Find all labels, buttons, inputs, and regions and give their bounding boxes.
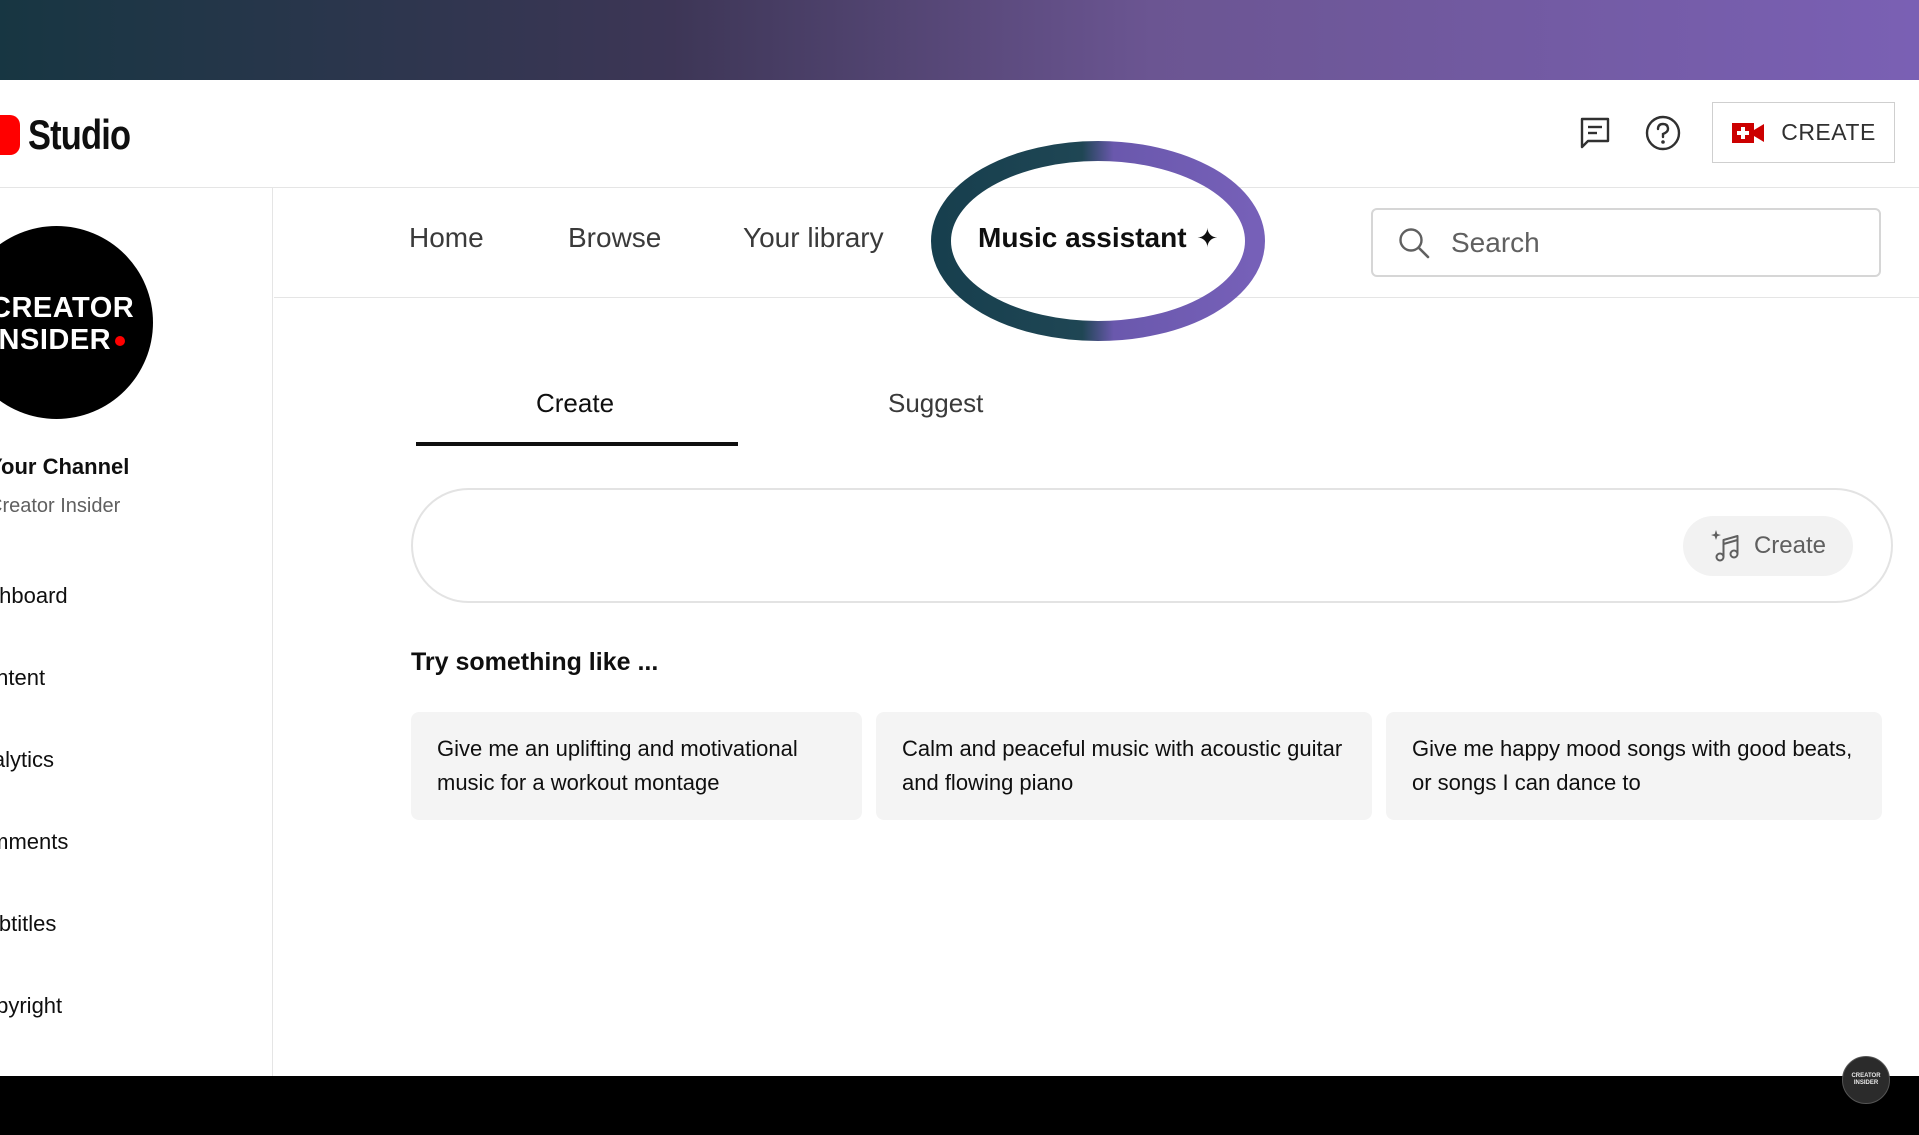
avatar-logo-text: CREATOR INSIDER [0, 292, 135, 356]
active-subtab-indicator [416, 442, 738, 446]
search-input[interactable] [1451, 226, 1851, 259]
tab-music-assistant[interactable]: Music assistant ✦ [978, 222, 1218, 254]
top-gradient-banner [0, 0, 1919, 80]
sidebar-item-comments[interactable]: Comments [0, 829, 68, 855]
music-prompt-input[interactable] [453, 520, 1653, 570]
tab-home[interactable]: Home [409, 222, 484, 254]
sidebar-item-analytics[interactable]: Analytics [0, 747, 54, 773]
suggestion-chip-2[interactable]: Calm and peaceful music with acoustic gu… [876, 712, 1372, 820]
sparkle-icon: ✦ [1196, 223, 1219, 253]
studio-logo[interactable]: Studio [0, 110, 153, 160]
create-button[interactable]: CREATE [1712, 102, 1895, 163]
feedback-icon[interactable] [1574, 112, 1616, 154]
channel-title: Your Channel [0, 454, 130, 479]
music-sparkle-icon [1710, 530, 1739, 562]
prompt-create-button[interactable]: Create [1683, 516, 1853, 576]
channel-name: Creator Insider [0, 495, 121, 517]
sidebar-item-copyright[interactable]: Copyright [0, 993, 62, 1019]
suggestion-chip-1[interactable]: Give me an uplifting and motivational mu… [411, 712, 862, 820]
suggestion-chip-3[interactable]: Give me happy mood songs with good beats… [1386, 712, 1882, 820]
subtab-suggest[interactable]: Suggest [888, 388, 983, 419]
sidebar-item-dashboard[interactable]: Dashboard [0, 583, 68, 609]
sidebar-item-subtitles[interactable]: Subtitles [0, 911, 56, 937]
tab-browse[interactable]: Browse [568, 222, 661, 254]
subtab-create[interactable]: Create [536, 388, 614, 419]
prompt-create-label: Create [1753, 532, 1827, 559]
create-button-label: CREATE [1781, 119, 1876, 145]
creator-insider-watermark: CREATOR INSIDER [1842, 1056, 1890, 1104]
video-camera-plus-icon [1732, 122, 1765, 143]
sidebar-item-content[interactable]: Content [0, 665, 45, 691]
search-box[interactable] [1371, 208, 1881, 277]
try-something-label: Try something like ... [411, 648, 659, 676]
help-icon[interactable] [1642, 112, 1684, 154]
youtube-logo-icon [0, 115, 20, 155]
bottom-black-bar [0, 1076, 1919, 1135]
search-icon [1399, 227, 1430, 258]
app-header: Studio CREATE [0, 80, 1919, 188]
logo-text: Studio [28, 111, 131, 158]
tab-music-assistant-label: Music assistant [978, 222, 1187, 253]
tab-your-library[interactable]: Your library [743, 222, 884, 254]
sidebar: CREATOR INSIDER Your Channel Creator Ins… [0, 188, 273, 1076]
top-navigation: Home Browse Your library Music assistant… [274, 188, 1919, 298]
music-prompt-box[interactable]: Create [411, 488, 1893, 603]
channel-avatar[interactable]: CREATOR INSIDER [0, 226, 153, 419]
